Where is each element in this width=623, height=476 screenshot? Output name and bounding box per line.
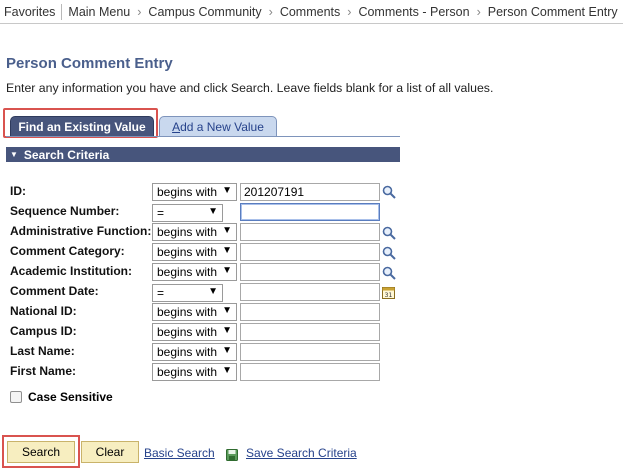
tab-find-existing-value[interactable]: Find an Existing Value	[10, 116, 154, 137]
case-sensitive-option[interactable]: Case Sensitive	[10, 390, 113, 404]
search-criteria-title: Search Criteria	[23, 147, 110, 162]
campus-id-operator-select[interactable]: begins with ▼	[152, 323, 237, 341]
dropdown-arrow-icon: ▼	[208, 206, 218, 217]
svg-text:31: 31	[385, 292, 393, 299]
instructions-text: Enter any information you have and click…	[6, 81, 494, 95]
breadcrumb-favorites[interactable]: Favorites	[4, 5, 55, 19]
first-name-label: First Name:	[10, 364, 77, 378]
campus-id-operator-value: begins with	[157, 325, 218, 339]
tab-add-access-key: A	[172, 119, 181, 134]
id-operator-value: begins with	[157, 185, 218, 199]
dropdown-arrow-icon: ▼	[222, 225, 232, 236]
breadcrumb-chevron-icon: ›	[476, 4, 481, 19]
comment-date-operator-value: =	[157, 286, 165, 300]
sequence-number-input[interactable]	[240, 203, 380, 221]
breadcrumb-campus-community[interactable]: Campus Community	[148, 5, 261, 19]
administrative-function-operator-select[interactable]: begins with ▼	[152, 223, 237, 241]
administrative-function-input[interactable]	[240, 223, 380, 241]
dropdown-arrow-icon: ▼	[222, 345, 232, 356]
administrative-function-operator-value: begins with	[157, 225, 218, 239]
save-search-criteria-link[interactable]: Save Search Criteria	[246, 446, 357, 460]
page-title: Person Comment Entry	[6, 55, 173, 72]
dropdown-arrow-icon: ▼	[222, 325, 232, 336]
id-input[interactable]: 201207191	[240, 183, 380, 201]
breadcrumb-chevron-icon: ›	[268, 4, 273, 19]
last-name-operator-value: begins with	[157, 345, 218, 359]
breadcrumb-person-comment-entry[interactable]: Person Comment Entry	[488, 5, 618, 19]
dropdown-arrow-icon: ▼	[222, 365, 232, 376]
academic-institution-label: Academic Institution:	[10, 264, 133, 278]
comment-category-operator-select[interactable]: begins with ▼	[152, 243, 237, 261]
dropdown-arrow-icon: ▼	[222, 185, 232, 196]
sequence-number-label: Sequence Number:	[10, 204, 120, 218]
first-name-operator-select[interactable]: begins with ▼	[152, 363, 237, 381]
id-operator-select[interactable]: begins with ▼	[152, 183, 237, 201]
breadcrumb-chevron-icon: ›	[137, 4, 142, 19]
first-name-operator-value: begins with	[157, 365, 218, 379]
calendar-icon[interactable]: 31	[382, 286, 395, 299]
magnifier-icon[interactable]	[382, 226, 396, 240]
save-icon[interactable]	[226, 449, 238, 461]
dropdown-arrow-icon: ▼	[222, 245, 232, 256]
breadcrumb-comments[interactable]: Comments	[280, 5, 340, 19]
comment-category-operator-value: begins with	[157, 245, 218, 259]
last-name-label: Last Name:	[10, 344, 75, 358]
basic-search-link[interactable]: Basic Search	[144, 446, 215, 460]
comment-date-operator-select[interactable]: = ▼	[152, 284, 223, 302]
clear-button[interactable]: Clear	[81, 441, 139, 463]
case-sensitive-label: Case Sensitive	[28, 390, 113, 404]
comment-category-label: Comment Category:	[10, 244, 125, 258]
breadcrumb: Favorites Main Menu › Campus Community ›…	[0, 0, 623, 24]
dropdown-arrow-icon: ▼	[222, 305, 232, 316]
national-id-label: National ID:	[10, 304, 77, 318]
comment-date-label: Comment Date:	[10, 284, 99, 298]
breadcrumb-chevron-icon: ›	[347, 4, 352, 19]
sequence-number-operator-value: =	[157, 206, 165, 220]
dropdown-arrow-icon: ▼	[222, 265, 232, 276]
first-name-input[interactable]	[240, 363, 380, 381]
last-name-operator-select[interactable]: begins with ▼	[152, 343, 237, 361]
search-button[interactable]: Search	[7, 441, 75, 463]
comment-date-input[interactable]	[240, 283, 380, 301]
tab-baseline	[6, 136, 400, 137]
case-sensitive-checkbox[interactable]	[10, 391, 22, 403]
campus-id-input[interactable]	[240, 323, 380, 341]
national-id-operator-value: begins with	[157, 305, 218, 319]
administrative-function-label: Administrative Function:	[10, 224, 152, 238]
sequence-number-operator-select[interactable]: = ▼	[152, 204, 223, 222]
breadcrumb-divider	[61, 3, 63, 20]
comment-category-input[interactable]	[240, 243, 380, 261]
national-id-operator-select[interactable]: begins with ▼	[152, 303, 237, 321]
breadcrumb-main-menu[interactable]: Main Menu	[68, 5, 130, 19]
academic-institution-input[interactable]	[240, 263, 380, 281]
academic-institution-operator-select[interactable]: begins with ▼	[152, 263, 237, 281]
campus-id-label: Campus ID:	[10, 324, 77, 338]
breadcrumb-comments-person[interactable]: Comments - Person	[358, 5, 469, 19]
magnifier-icon[interactable]	[382, 266, 396, 280]
magnifier-icon[interactable]	[382, 246, 396, 260]
last-name-input[interactable]	[240, 343, 380, 361]
dropdown-arrow-icon: ▼	[208, 286, 218, 297]
id-label: ID:	[10, 184, 26, 198]
tab-add-label: dd a New Value	[180, 119, 264, 134]
magnifier-icon[interactable]	[382, 185, 396, 199]
national-id-input[interactable]	[240, 303, 380, 321]
academic-institution-operator-value: begins with	[157, 265, 218, 279]
collapse-triangle-icon: ▼	[10, 150, 18, 159]
tab-add-new-value[interactable]: Add a New Value	[159, 116, 277, 137]
search-criteria-header[interactable]: ▼ Search Criteria	[6, 147, 400, 162]
